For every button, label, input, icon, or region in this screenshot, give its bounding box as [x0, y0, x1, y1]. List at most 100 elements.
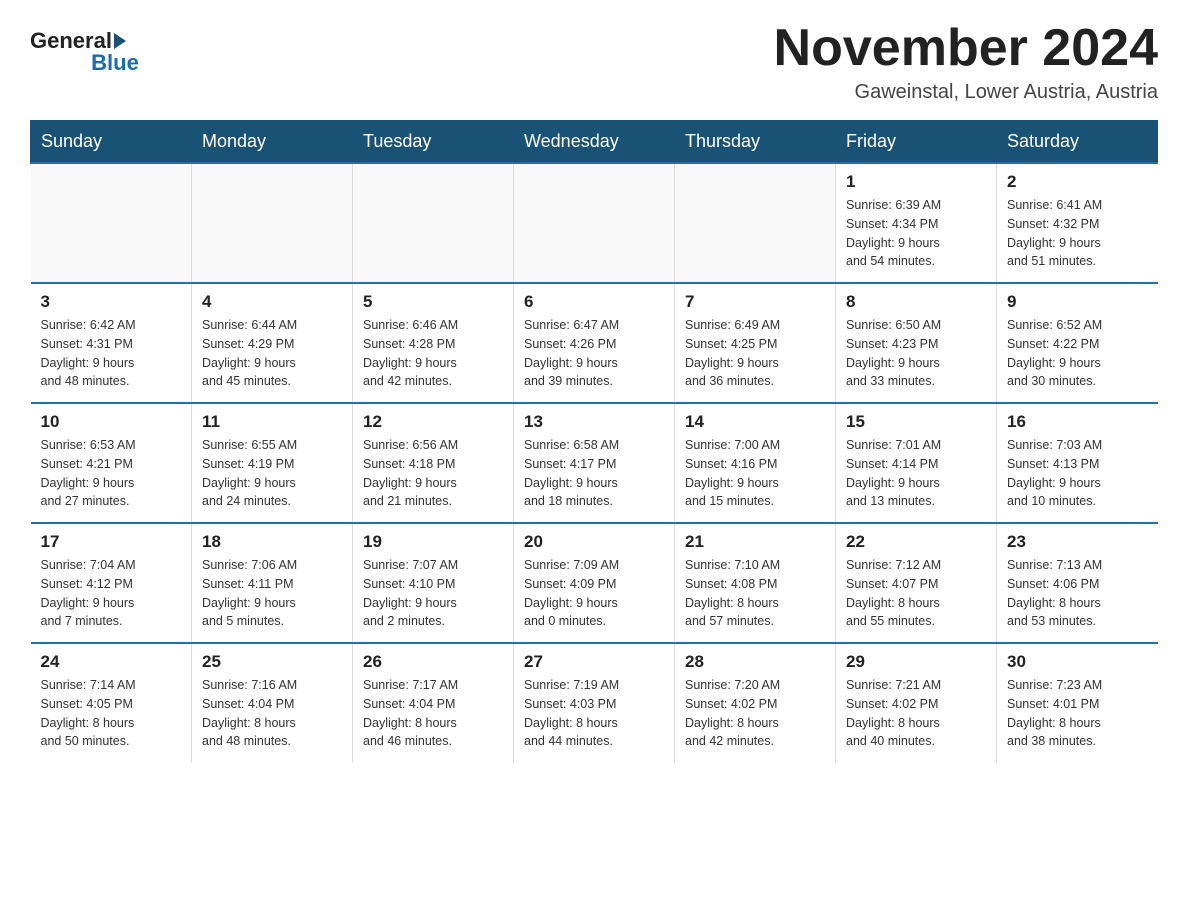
week-row-2: 3 Sunrise: 6:42 AMSunset: 4:31 PMDaylight… — [31, 283, 1158, 403]
day-number: 28 — [685, 652, 825, 672]
calendar-cell: 16 Sunrise: 7:03 AMSunset: 4:13 PMDayligh… — [997, 403, 1158, 523]
calendar-cell: 20 Sunrise: 7:09 AMSunset: 4:09 PMDayligh… — [514, 523, 675, 643]
calendar-cell — [675, 163, 836, 283]
col-header-monday: Monday — [192, 121, 353, 164]
day-info: Sunrise: 6:44 AMSunset: 4:29 PMDaylight:… — [202, 316, 342, 391]
day-number: 4 — [202, 292, 342, 312]
day-number: 23 — [1007, 532, 1148, 552]
calendar-cell: 12 Sunrise: 6:56 AMSunset: 4:18 PMDayligh… — [353, 403, 514, 523]
day-number: 20 — [524, 532, 664, 552]
day-number: 8 — [846, 292, 986, 312]
day-info: Sunrise: 7:00 AMSunset: 4:16 PMDaylight:… — [685, 436, 825, 511]
day-number: 27 — [524, 652, 664, 672]
day-info: Sunrise: 6:56 AMSunset: 4:18 PMDaylight:… — [363, 436, 503, 511]
day-info: Sunrise: 7:20 AMSunset: 4:02 PMDaylight:… — [685, 676, 825, 751]
day-info: Sunrise: 6:49 AMSunset: 4:25 PMDaylight:… — [685, 316, 825, 391]
day-info: Sunrise: 7:10 AMSunset: 4:08 PMDaylight:… — [685, 556, 825, 631]
day-number: 9 — [1007, 292, 1148, 312]
calendar-cell: 17Sunrise: 7:04 AMSunset: 4:12 PMDayligh… — [31, 523, 192, 643]
calendar-cell: 29Sunrise: 7:21 AMSunset: 4:02 PMDayligh… — [836, 643, 997, 763]
day-number: 30 — [1007, 652, 1148, 672]
day-info: Sunrise: 6:58 AMSunset: 4:17 PMDaylight:… — [524, 436, 664, 511]
day-number: 10 — [41, 412, 182, 432]
calendar-cell: 28 Sunrise: 7:20 AMSunset: 4:02 PMDayligh… — [675, 643, 836, 763]
day-info: Sunrise: 7:13 AMSunset: 4:06 PMDaylight:… — [1007, 556, 1148, 631]
page-header: General Blue November 2024 Gaweinstal, L… — [30, 20, 1158, 104]
day-number: 12 — [363, 412, 503, 432]
title-area: November 2024 Gaweinstal, Lower Austria,… — [774, 20, 1158, 104]
calendar-cell — [353, 163, 514, 283]
day-number: 25 — [202, 652, 342, 672]
day-info: Sunrise: 7:03 AMSunset: 4:13 PMDaylight:… — [1007, 436, 1148, 511]
day-info: Sunrise: 7:07 AMSunset: 4:10 PMDaylight:… — [363, 556, 503, 631]
logo: General Blue — [30, 20, 139, 76]
day-info: Sunrise: 6:46 AMSunset: 4:28 PMDaylight:… — [363, 316, 503, 391]
calendar-title: November 2024 — [774, 20, 1158, 77]
day-number: 22 — [846, 532, 986, 552]
calendar-cell — [192, 163, 353, 283]
col-header-tuesday: Tuesday — [353, 121, 514, 164]
day-info: Sunrise: 7:06 AMSunset: 4:11 PMDaylight:… — [202, 556, 342, 631]
calendar-cell: 8 Sunrise: 6:50 AMSunset: 4:23 PMDaylight… — [836, 283, 997, 403]
calendar-cell — [514, 163, 675, 283]
col-header-sunday: Sunday — [31, 121, 192, 164]
day-info: Sunrise: 7:23 AMSunset: 4:01 PMDaylight:… — [1007, 676, 1148, 751]
calendar-cell: 6 Sunrise: 6:47 AMSunset: 4:26 PMDaylight… — [514, 283, 675, 403]
calendar-cell: 30 Sunrise: 7:23 AMSunset: 4:01 PMDayligh… — [997, 643, 1158, 763]
day-number: 3 — [41, 292, 182, 312]
calendar-cell: 19 Sunrise: 7:07 AMSunset: 4:10 PMDayligh… — [353, 523, 514, 643]
calendar-cell: 14 Sunrise: 7:00 AMSunset: 4:16 PMDayligh… — [675, 403, 836, 523]
calendar-cell: 1 Sunrise: 6:39 AMSunset: 4:34 PMDaylight… — [836, 163, 997, 283]
col-header-thursday: Thursday — [675, 121, 836, 164]
day-info: Sunrise: 6:50 AMSunset: 4:23 PMDaylight:… — [846, 316, 986, 391]
day-number: 21 — [685, 532, 825, 552]
day-info: Sunrise: 7:14 AMSunset: 4:05 PMDaylight:… — [41, 676, 182, 751]
day-number: 14 — [685, 412, 825, 432]
week-row-1: 1 Sunrise: 6:39 AMSunset: 4:34 PMDaylight… — [31, 163, 1158, 283]
calendar-cell: 4 Sunrise: 6:44 AMSunset: 4:29 PMDaylight… — [192, 283, 353, 403]
calendar-cell: 7 Sunrise: 6:49 AMSunset: 4:25 PMDaylight… — [675, 283, 836, 403]
calendar-cell — [31, 163, 192, 283]
day-info: Sunrise: 7:04 AMSunset: 4:12 PMDaylight:… — [41, 556, 182, 631]
day-number: 5 — [363, 292, 503, 312]
day-number: 24 — [41, 652, 182, 672]
day-info: Sunrise: 7:16 AMSunset: 4:04 PMDaylight:… — [202, 676, 342, 751]
day-info: Sunrise: 6:39 AMSunset: 4:34 PMDaylight:… — [846, 196, 986, 271]
calendar-cell: 23 Sunrise: 7:13 AMSunset: 4:06 PMDayligh… — [997, 523, 1158, 643]
day-number: 18 — [202, 532, 342, 552]
day-number: 7 — [685, 292, 825, 312]
calendar-cell: 9 Sunrise: 6:52 AMSunset: 4:22 PMDaylight… — [997, 283, 1158, 403]
calendar-cell: 18 Sunrise: 7:06 AMSunset: 4:11 PMDayligh… — [192, 523, 353, 643]
calendar-cell: 10 Sunrise: 6:53 AMSunset: 4:21 PMDayligh… — [31, 403, 192, 523]
col-header-wednesday: Wednesday — [514, 121, 675, 164]
calendar-cell: 15 Sunrise: 7:01 AMSunset: 4:14 PMDayligh… — [836, 403, 997, 523]
day-info: Sunrise: 6:47 AMSunset: 4:26 PMDaylight:… — [524, 316, 664, 391]
day-number: 11 — [202, 412, 342, 432]
calendar-subtitle: Gaweinstal, Lower Austria, Austria — [774, 81, 1158, 104]
day-info: Sunrise: 6:53 AMSunset: 4:21 PMDaylight:… — [41, 436, 182, 511]
day-number: 26 — [363, 652, 503, 672]
day-info: Sunrise: 6:41 AMSunset: 4:32 PMDaylight:… — [1007, 196, 1148, 271]
day-number: 13 — [524, 412, 664, 432]
calendar-cell: 13 Sunrise: 6:58 AMSunset: 4:17 PMDayligh… — [514, 403, 675, 523]
day-number: 6 — [524, 292, 664, 312]
day-number: 15 — [846, 412, 986, 432]
week-row-3: 10 Sunrise: 6:53 AMSunset: 4:21 PMDayligh… — [31, 403, 1158, 523]
week-row-5: 24 Sunrise: 7:14 AMSunset: 4:05 PMDayligh… — [31, 643, 1158, 763]
day-info: Sunrise: 7:09 AMSunset: 4:09 PMDaylight:… — [524, 556, 664, 631]
day-number: 19 — [363, 532, 503, 552]
day-info: Sunrise: 6:42 AMSunset: 4:31 PMDaylight:… — [41, 316, 182, 391]
day-info: Sunrise: 6:52 AMSunset: 4:22 PMDaylight:… — [1007, 316, 1148, 391]
calendar-cell: 25 Sunrise: 7:16 AMSunset: 4:04 PMDayligh… — [192, 643, 353, 763]
calendar-cell: 2 Sunrise: 6:41 AMSunset: 4:32 PMDaylight… — [997, 163, 1158, 283]
logo-triangle-icon — [114, 33, 126, 49]
day-number: 16 — [1007, 412, 1148, 432]
day-number: 1 — [846, 172, 986, 192]
calendar-cell: 5 Sunrise: 6:46 AMSunset: 4:28 PMDaylight… — [353, 283, 514, 403]
calendar-table: SundayMondayTuesdayWednesdayThursdayFrid… — [30, 120, 1158, 763]
day-info: Sunrise: 7:01 AMSunset: 4:14 PMDaylight:… — [846, 436, 986, 511]
week-row-4: 17Sunrise: 7:04 AMSunset: 4:12 PMDayligh… — [31, 523, 1158, 643]
day-info: Sunrise: 7:17 AMSunset: 4:04 PMDaylight:… — [363, 676, 503, 751]
day-number: 2 — [1007, 172, 1148, 192]
col-header-saturday: Saturday — [997, 121, 1158, 164]
